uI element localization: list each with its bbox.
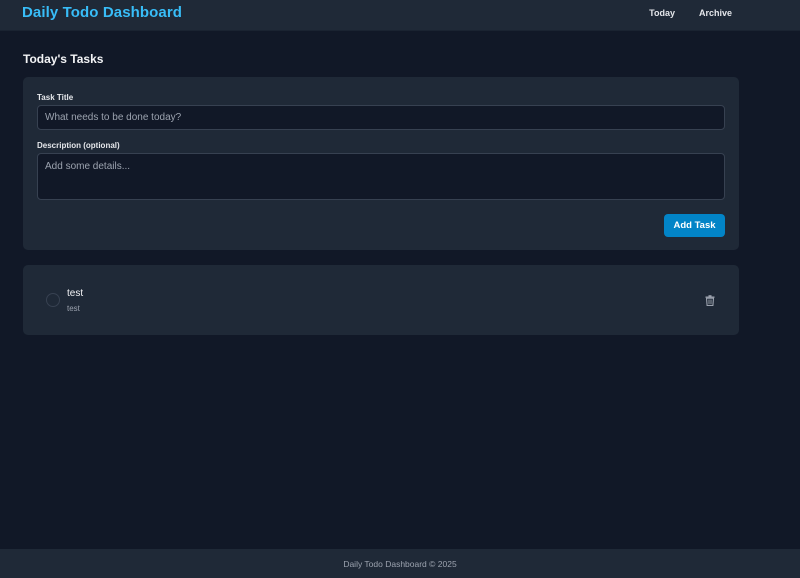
task-title-label: Task Title <box>37 93 74 102</box>
page-title: Today's Tasks <box>23 52 104 66</box>
app: Daily Todo Dashboard Today Archive Today… <box>0 0 800 578</box>
main-nav: Today Archive <box>649 8 732 18</box>
delete-task-button[interactable] <box>703 293 717 307</box>
task-title-input[interactable] <box>37 105 725 130</box>
app-title[interactable]: Daily Todo Dashboard <box>22 4 182 21</box>
add-task-button[interactable]: Add Task <box>664 214 725 237</box>
task-title: test <box>67 288 84 299</box>
nav-link-archive[interactable]: Archive <box>699 8 732 18</box>
task-list-item: test test <box>23 265 739 335</box>
task-complete-checkbox[interactable] <box>46 293 60 307</box>
top-bar: Daily Todo Dashboard Today Archive <box>0 0 800 31</box>
description-label: Description (optional) <box>37 141 120 150</box>
task-description: test <box>67 304 80 313</box>
footer: Daily Todo Dashboard © 2025 <box>0 549 800 578</box>
footer-text: Daily Todo Dashboard © 2025 <box>343 558 457 569</box>
nav-link-today[interactable]: Today <box>649 8 675 18</box>
description-input[interactable] <box>37 153 725 200</box>
add-task-form: Task Title Description (optional) Add Ta… <box>23 77 739 250</box>
trash-icon <box>705 294 715 306</box>
